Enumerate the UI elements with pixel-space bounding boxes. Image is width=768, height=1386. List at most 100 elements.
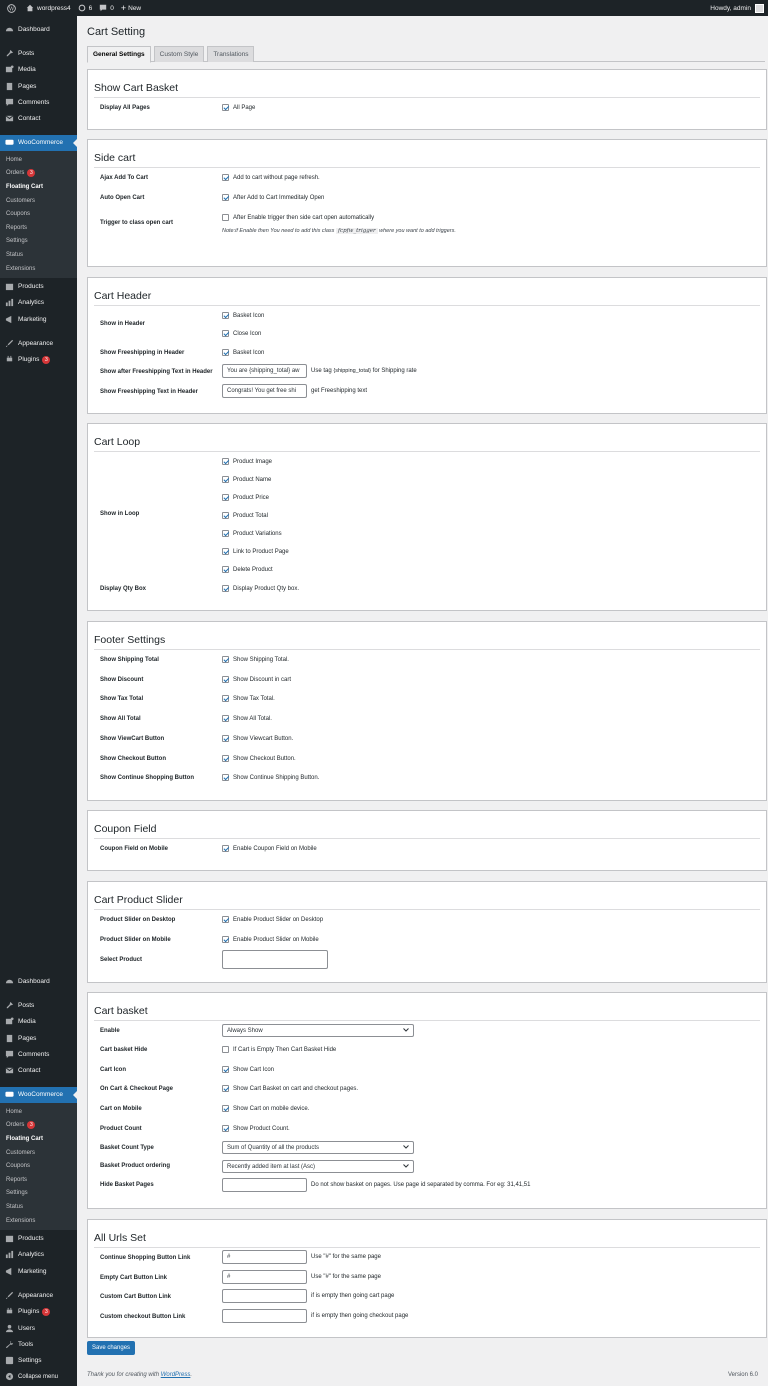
submenu-reports[interactable]: Reports — [0, 221, 77, 235]
submenu-extensions[interactable]: Extensions — [0, 262, 77, 276]
menu-marketing-2[interactable]: Marketing — [0, 1263, 77, 1279]
menu-users[interactable]: Users — [0, 1320, 77, 1336]
submenu-extensions-2[interactable]: Extensions — [0, 1214, 77, 1228]
submenu-floating-cart-2[interactable]: Floating Cart — [0, 1132, 77, 1146]
menu-posts-2[interactable]: Posts — [0, 997, 77, 1013]
header-close-icon-checkbox[interactable]: Close Icon — [222, 330, 261, 337]
loop-product-image-checkbox[interactable]: Product Image — [222, 458, 272, 465]
collapse-menu[interactable]: Collapse menu — [0, 1369, 77, 1385]
section-show-cart-basket: Show Cart Basket Display All Pages All P… — [87, 69, 767, 130]
ajax-add-to-cart-checkbox[interactable]: Add to cart without page refresh. — [222, 174, 320, 181]
mail-icon — [5, 1066, 14, 1075]
submenu-orders[interactable]: Orders 3 — [0, 167, 77, 181]
show-shipping-total-checkbox[interactable]: Show Shipping Total. — [222, 656, 289, 663]
product-count-checkbox[interactable]: Show Product Count. — [222, 1125, 290, 1132]
loop-link-product-page-checkbox[interactable]: Link to Product Page — [222, 548, 289, 555]
freeshipping-text-input[interactable]: Congrats! You get free shi — [222, 384, 307, 398]
submenu-reports-2[interactable]: Reports — [0, 1173, 77, 1187]
after-freeshipping-input[interactable]: You are {shipping_total} aw — [222, 364, 307, 378]
show-continue-shopping-checkbox[interactable]: Show Continue Shipping Button. — [222, 774, 319, 781]
submenu-customers[interactable]: Customers — [0, 194, 77, 208]
menu-tools[interactable]: Tools — [0, 1336, 77, 1352]
show-tax-total-checkbox[interactable]: Show Tax Total. — [222, 695, 275, 702]
menu-contact[interactable]: Contact — [0, 110, 77, 126]
submenu-home[interactable]: Home — [0, 153, 77, 167]
submenu-settings-2[interactable]: Settings — [0, 1187, 77, 1201]
menu-contact-2[interactable]: Contact — [0, 1062, 77, 1078]
submenu-status-2[interactable]: Status — [0, 1200, 77, 1214]
menu-plugins-2[interactable]: Plugins 3 — [0, 1304, 77, 1320]
cart-on-mobile-checkbox[interactable]: Show Cart on mobile device. — [222, 1105, 309, 1112]
menu-pages[interactable]: Pages — [0, 78, 77, 94]
show-viewcart-button-checkbox[interactable]: Show Viewcart Button. — [222, 735, 293, 742]
menu-products-2[interactable]: Products — [0, 1230, 77, 1246]
site-name-link[interactable]: wordpress4 — [26, 0, 71, 16]
menu-posts[interactable]: Posts — [0, 45, 77, 61]
tab-general-settings[interactable]: General Settings — [87, 46, 151, 63]
on-cart-checkout-checkbox[interactable]: Show Cart Basket on cart and checkout pa… — [222, 1085, 358, 1092]
select-product-field[interactable] — [222, 950, 328, 969]
basket-count-type-select[interactable]: Sum of Quantity of all the products — [222, 1141, 414, 1154]
menu-pages-2[interactable]: Pages — [0, 1030, 77, 1046]
menu-settings[interactable]: Settings — [0, 1353, 77, 1369]
cart-icon-checkbox[interactable]: Show Cart Icon — [222, 1066, 274, 1073]
menu-appearance[interactable]: Appearance — [0, 335, 77, 351]
trigger-class-checkbox[interactable]: After Enable trigger then side cart open… — [222, 214, 374, 221]
menu-appearance-2[interactable]: Appearance — [0, 1287, 77, 1303]
submenu-status[interactable]: Status — [0, 248, 77, 262]
freeshipping-basket-icon-checkbox[interactable]: Basket Icon — [222, 349, 264, 356]
continue-shopping-link-input[interactable]: # — [222, 1250, 307, 1264]
loop-product-total-checkbox[interactable]: Product Total — [222, 512, 268, 519]
menu-analytics-2[interactable]: Analytics — [0, 1247, 77, 1263]
auto-open-cart-checkbox[interactable]: After Add to Cart Immeditaly Open — [222, 194, 324, 201]
menu-media[interactable]: Media — [0, 62, 77, 78]
submenu-home-2[interactable]: Home — [0, 1105, 77, 1119]
wordpress-logo-icon[interactable]: W — [7, 0, 19, 16]
show-checkout-button-checkbox[interactable]: Show Checkout Button. — [222, 755, 296, 762]
loop-product-price-checkbox[interactable]: Product Price — [222, 494, 269, 501]
menu-marketing[interactable]: Marketing — [0, 311, 77, 327]
coupon-field-mobile-checkbox[interactable]: Enable Coupon Field on Mobile — [222, 845, 317, 852]
empty-cart-link-input[interactable]: # — [222, 1270, 307, 1284]
comments-link[interactable]: 0 — [99, 0, 114, 16]
menu-woocommerce[interactable]: WooCommerce — [0, 134, 77, 152]
save-changes-button[interactable]: Save changes — [87, 1341, 136, 1355]
submenu-coupons-2[interactable]: Coupons — [0, 1159, 77, 1173]
tab-custom-style[interactable]: Custom Style — [153, 46, 205, 62]
menu-comments[interactable]: Comments — [0, 94, 77, 110]
submenu-customers-2[interactable]: Customers — [0, 1146, 77, 1160]
slider-desktop-checkbox[interactable]: Enable Product Slider on Desktop — [222, 916, 323, 923]
basket-ordering-select[interactable]: Recently added item at last (Asc) — [222, 1160, 414, 1173]
show-discount-checkbox[interactable]: Show Discount in cart — [222, 676, 291, 683]
loop-product-variations-checkbox[interactable]: Product Variations — [222, 530, 282, 537]
my-account[interactable]: Howdy, admin — [710, 3, 764, 13]
updates-link[interactable]: 6 — [78, 0, 92, 16]
show-all-total-checkbox[interactable]: Show All Total. — [222, 715, 272, 722]
custom-checkout-link-input[interactable] — [222, 1309, 307, 1323]
display-qty-box-checkbox[interactable]: Display Product Qty box. — [222, 585, 299, 592]
menu-products[interactable]: Products — [0, 278, 77, 294]
menu-dashboard-2[interactable]: Dashboard — [0, 973, 77, 989]
menu-dashboard[interactable]: Dashboard — [0, 21, 77, 37]
menu-analytics[interactable]: Analytics — [0, 295, 77, 311]
hide-basket-pages-input[interactable] — [222, 1178, 307, 1192]
new-content-link[interactable]: + New — [121, 0, 141, 16]
custom-cart-link-input[interactable] — [222, 1289, 307, 1303]
submenu-settings[interactable]: Settings — [0, 235, 77, 249]
header-basket-icon-checkbox[interactable]: Basket Icon — [222, 312, 264, 319]
enable-select[interactable]: Always Show — [222, 1024, 414, 1037]
menu-media-2[interactable]: Media — [0, 1014, 77, 1030]
loop-product-name-checkbox[interactable]: Product Name — [222, 476, 271, 483]
submenu-orders-2[interactable]: Orders 3 — [0, 1119, 77, 1133]
tab-translations[interactable]: Translations — [207, 46, 255, 62]
slider-mobile-checkbox[interactable]: Enable Product Slider on Mobile — [222, 936, 319, 943]
loop-delete-product-checkbox[interactable]: Delete Product — [222, 566, 273, 573]
all-page-checkbox[interactable]: All Page — [222, 104, 255, 111]
submenu-coupons[interactable]: Coupons — [0, 207, 77, 221]
menu-plugins[interactable]: Plugins 3 — [0, 352, 77, 368]
cart-basket-hide-checkbox[interactable]: If Cart is Empty Then Cart Basket Hide — [222, 1046, 336, 1053]
menu-woocommerce-2[interactable]: WooCommerce — [0, 1086, 77, 1104]
menu-comments-2[interactable]: Comments — [0, 1046, 77, 1062]
submenu-floating-cart[interactable]: Floating Cart — [0, 180, 77, 194]
wordpress-link[interactable]: WordPress — [161, 1372, 191, 1378]
